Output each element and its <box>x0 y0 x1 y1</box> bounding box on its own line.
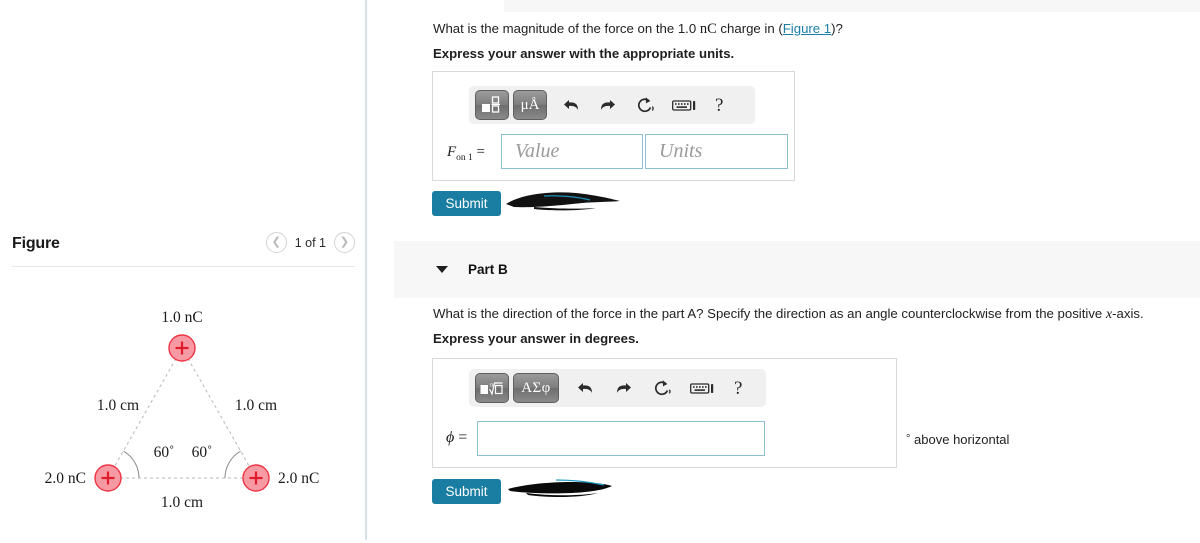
units-input[interactable] <box>645 134 788 169</box>
undo-arrow-icon[interactable] <box>577 380 595 396</box>
redo-glyph <box>617 383 631 393</box>
figure-counter: 1 of 1 <box>294 235 326 250</box>
charge-triangle-diagram: 1.0 nC 2.0 nC 2.0 nC 1.0 cm 1.0 cm 1.0 c… <box>45 309 320 511</box>
figure-1-link[interactable]: Figure 1 <box>783 21 831 36</box>
charge-label-bottom-right: 2.0 nC <box>278 470 319 487</box>
redo-arrow-icon[interactable] <box>598 97 616 113</box>
part-b-label: Part B <box>468 262 508 277</box>
reset-circular-arrow-icon[interactable] <box>635 96 655 114</box>
redo-glyph <box>601 100 615 110</box>
part-a-question-mid: charge in ( <box>716 21 783 36</box>
part-b-submit-button[interactable]: Submit <box>432 479 501 504</box>
greek-icon-label: ΑΣφ <box>521 379 551 396</box>
figure-divider <box>12 266 355 267</box>
part-b-header-band[interactable]: Part B <box>394 241 1200 298</box>
keyboard-icon[interactable] <box>690 381 714 396</box>
part-a-answer-box: μÅ ? Fon 1 = Value Units <box>432 71 795 181</box>
help-question-icon[interactable]: ? <box>715 96 723 115</box>
caret-down-icon[interactable] <box>436 266 448 273</box>
part-a-instruction: Express your answer with the appropriate… <box>433 46 735 61</box>
undo-glyph <box>564 100 578 110</box>
figure-navigation: ❮ 1 of 1 ❯ <box>265 232 355 253</box>
part-a-submit-button[interactable]: Submit <box>432 191 501 216</box>
micro-angstrom-units-icon[interactable]: μÅ <box>513 90 547 120</box>
redo-arrow-icon[interactable] <box>614 380 632 396</box>
angle-input[interactable] <box>477 421 765 456</box>
reset-glyph <box>638 97 654 113</box>
keyboard-glyph <box>690 382 714 394</box>
charge-label-top: 1.0 nC <box>161 309 202 326</box>
undo-glyph <box>578 383 592 393</box>
equals-sign: = <box>454 429 468 446</box>
part-a-answer-label: Fon 1 = <box>447 144 485 163</box>
part-b-question-suffix: -axis. <box>1112 306 1144 321</box>
side-label-left: 1.0 cm <box>97 397 139 414</box>
part-a-question-prefix: What is the magnitude of the force on th… <box>433 21 700 36</box>
above-horizontal-label: above horizontal <box>914 432 1010 447</box>
top-strip <box>504 0 1200 12</box>
part-a-question-unit: nC <box>699 21 717 37</box>
part-b-answer-label: ϕ = <box>446 429 467 447</box>
degree-symbol: ° <box>906 433 911 445</box>
reset-glyph <box>655 380 671 396</box>
equals-sign: = <box>472 144 486 160</box>
page-title: Figure <box>12 235 60 252</box>
force-subscript: on 1 <box>456 153 473 163</box>
reset-circular-arrow-icon[interactable] <box>652 379 672 397</box>
nth-root-glyph: n <box>480 382 503 396</box>
math-template-glyph <box>482 96 500 113</box>
side-label-right: 1.0 cm <box>235 397 277 414</box>
degree-suffix: ° above horizontal <box>906 432 1009 447</box>
keyboard-glyph <box>672 99 696 111</box>
value-input[interactable] <box>501 134 643 169</box>
angle-arc-left <box>123 450 140 479</box>
side-label-bottom: 1.0 cm <box>161 494 203 511</box>
angle-label-right: 60˚ <box>192 444 213 461</box>
nth-root-template-icon[interactable]: n <box>475 373 509 403</box>
greek-letters-icon[interactable]: ΑΣφ <box>513 373 559 403</box>
part-a-toolbar: μÅ ? <box>469 86 755 124</box>
chevron-right-icon[interactable]: ❯ <box>334 232 355 253</box>
page-root: Figure ❮ 1 of 1 ❯ 1.0 nC 2.0 nC 2.0 nC 1… <box>0 0 1200 540</box>
charge-bottom-right <box>242 464 270 492</box>
charge-top <box>168 334 196 362</box>
keyboard-icon[interactable] <box>672 98 696 113</box>
part-b-question: What is the direction of the force in th… <box>433 306 1144 323</box>
units-icon-label: μÅ <box>520 96 540 113</box>
part-b-instruction: Express your answer in degrees. <box>433 331 639 346</box>
undo-arrow-icon[interactable] <box>563 97 581 113</box>
part-b-answer-box: n ΑΣφ ? ϕ = <box>432 358 897 468</box>
math-template-icon[interactable] <box>475 90 509 120</box>
figure-pane: Figure ❮ 1 of 1 ❯ 1.0 nC 2.0 nC 2.0 nC 1… <box>0 0 367 540</box>
figure-header: Figure ❮ 1 of 1 ❯ <box>12 232 355 262</box>
force-symbol: F <box>447 144 457 160</box>
charge-label-bottom-left: 2.0 nC <box>45 470 86 487</box>
part-a-question-suffix: )? <box>831 21 843 36</box>
part-b-toolbar: n ΑΣφ ? <box>469 369 766 407</box>
part-b-question-prefix: What is the direction of the force in th… <box>433 306 1106 321</box>
figure-diagram: 1.0 nC 2.0 nC 2.0 nC 1.0 cm 1.0 cm 1.0 c… <box>0 276 367 540</box>
chevron-left-icon[interactable]: ❮ <box>265 232 287 253</box>
part-a-question: What is the magnitude of the force on th… <box>433 21 843 38</box>
help-question-icon[interactable]: ? <box>734 379 742 398</box>
charge-bottom-left <box>94 464 122 492</box>
part-a-redaction-scribble <box>506 192 620 211</box>
content-pane: What is the magnitude of the force on th… <box>369 0 1200 540</box>
part-b-redaction-scribble <box>508 479 612 498</box>
angle-arc-right <box>224 450 241 479</box>
angle-label-left: 60˚ <box>154 444 175 461</box>
